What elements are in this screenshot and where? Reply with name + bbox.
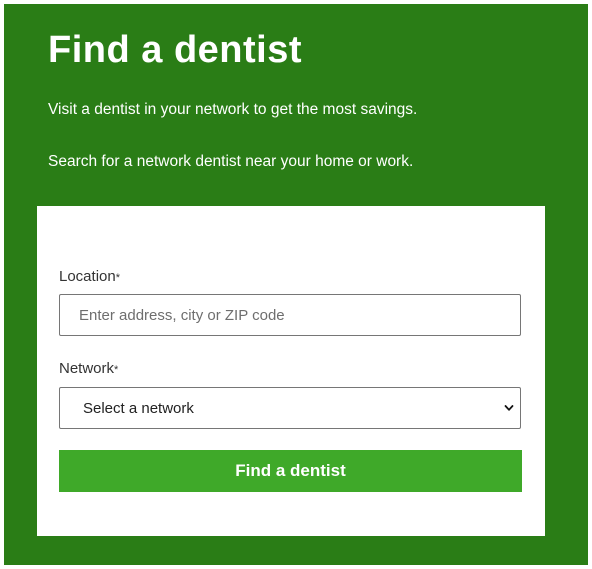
network-label-text: Network <box>59 360 115 377</box>
chevron-down-icon <box>504 405 514 411</box>
required-mark: * <box>115 272 120 284</box>
intro-text: Visit a dentist in your network to get t… <box>48 101 418 118</box>
location-input[interactable] <box>59 294 521 336</box>
network-label: Network* <box>59 360 118 378</box>
required-mark: * <box>114 364 119 376</box>
find-dentist-panel: Find a dentist Visit a dentist in your n… <box>4 4 588 565</box>
network-select[interactable]: Select a network <box>59 387 521 429</box>
location-label-text: Location <box>59 268 116 285</box>
search-form-card: Location* Network* Select a network Find… <box>37 206 545 536</box>
location-label: Location* <box>59 268 120 286</box>
network-select-value: Select a network <box>83 400 194 417</box>
page-title: Find a dentist <box>48 29 302 71</box>
subintro-text: Search for a network dentist near your h… <box>48 153 414 170</box>
find-dentist-button[interactable]: Find a dentist <box>59 450 522 492</box>
